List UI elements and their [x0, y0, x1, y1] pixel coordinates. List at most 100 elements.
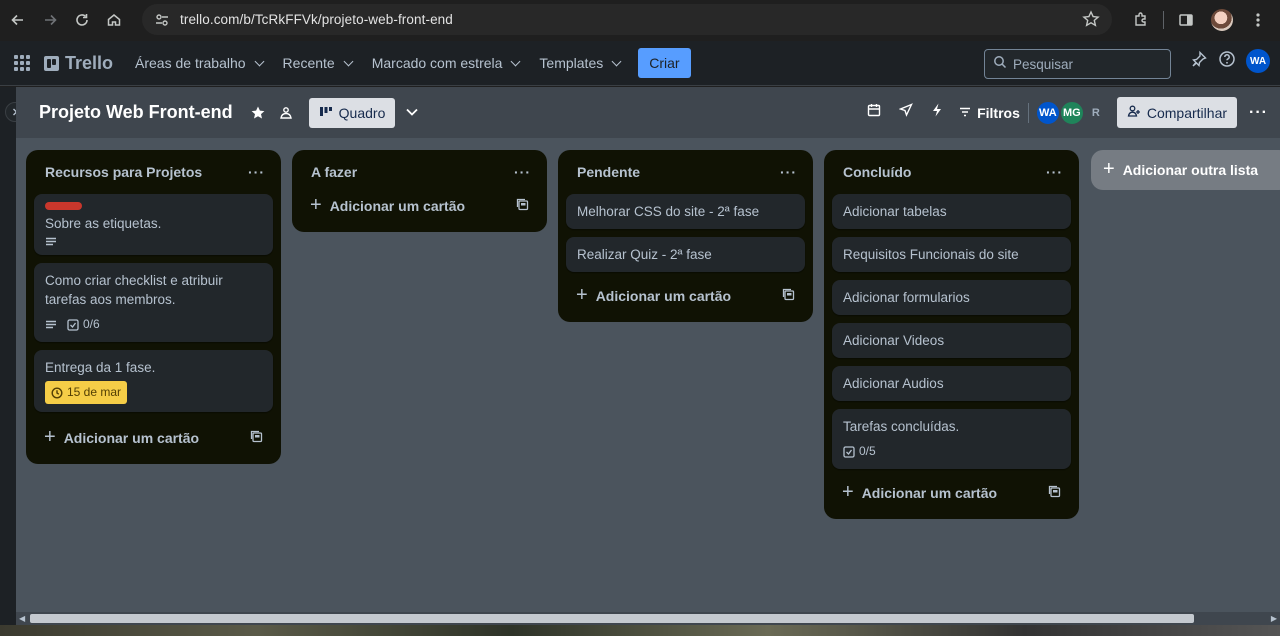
- list-menu-icon[interactable]: ···: [780, 164, 797, 180]
- card[interactable]: Adicionar Videos: [832, 323, 1071, 358]
- horizontal-scrollbar[interactable]: ◀ ▶: [16, 612, 1280, 625]
- trello-logo[interactable]: Trello: [44, 53, 113, 74]
- chevron-down-icon[interactable]: [405, 104, 419, 122]
- automation-icon[interactable]: [931, 103, 943, 122]
- list-title[interactable]: Recursos para Projetos: [45, 164, 202, 180]
- forward-icon[interactable]: [34, 4, 66, 36]
- scroll-right-icon[interactable]: ▶: [1271, 614, 1277, 623]
- description-icon: [45, 237, 57, 247]
- plus-icon: +: [576, 284, 588, 306]
- back-icon[interactable]: [2, 4, 34, 36]
- template-icon[interactable]: [250, 430, 263, 446]
- template-icon[interactable]: [516, 198, 529, 214]
- browser-actions: [1125, 4, 1274, 36]
- board-actions: Filtros WA MG R Compartilhar ···: [867, 97, 1268, 128]
- list-header: Recursos para Projetos ···: [34, 158, 273, 186]
- desktop-strip: [0, 625, 1280, 636]
- menu-templates[interactable]: Templates: [529, 47, 630, 79]
- list-menu-icon[interactable]: ···: [514, 164, 531, 180]
- bookmark-star-icon[interactable]: [1082, 10, 1100, 33]
- board-view-button[interactable]: Quadro: [308, 97, 396, 128]
- board-title[interactable]: Projeto Web Front-end: [39, 102, 233, 123]
- separator: [1027, 102, 1029, 123]
- url-text[interactable]: trello.com/b/TcRkFFVk/projeto-web-front-…: [180, 12, 453, 27]
- star-icon[interactable]: [245, 100, 271, 126]
- card[interactable]: Requisitos Funcionais do site: [832, 237, 1071, 272]
- site-settings-icon[interactable]: [152, 10, 172, 30]
- add-card-button[interactable]: + Adicionar um cartão: [566, 278, 805, 314]
- card-label-red[interactable]: [45, 202, 82, 210]
- notifications-icon[interactable]: [1190, 50, 1208, 73]
- card-title: Realizar Quiz - 2ª fase: [577, 247, 712, 262]
- separator: [1163, 11, 1164, 29]
- menu-recent[interactable]: Recente: [273, 47, 362, 79]
- side-panel-icon[interactable]: [1170, 4, 1202, 36]
- add-card-button[interactable]: + Adicionar um cartão: [832, 475, 1071, 511]
- add-card-button[interactable]: + Adicionar um cartão: [34, 420, 273, 456]
- add-list-button[interactable]: + Adicionar outra lista: [1091, 150, 1280, 190]
- add-list-label: Adicionar outra lista: [1122, 162, 1259, 178]
- search-box[interactable]: [984, 49, 1171, 79]
- card-title: Requisitos Funcionais do site: [843, 247, 1019, 262]
- card[interactable]: Melhorar CSS do site - 2ª fase: [566, 194, 805, 229]
- calendar-icon[interactable]: [867, 103, 881, 122]
- member-initials: MG: [1063, 106, 1081, 119]
- list-header: A fazer ···: [300, 158, 539, 186]
- checklist-count: 0/6: [83, 317, 100, 331]
- profile-avatar[interactable]: [1206, 4, 1238, 36]
- user-avatar[interactable]: WA: [1246, 49, 1270, 73]
- extensions-icon[interactable]: [1125, 4, 1157, 36]
- member-avatar[interactable]: MG: [1058, 99, 1085, 126]
- add-card-button[interactable]: + Adicionar um cartão: [300, 188, 539, 224]
- scrollbar-thumb[interactable]: [30, 614, 1194, 623]
- app-switcher-icon[interactable]: [14, 55, 30, 71]
- template-icon[interactable]: [782, 288, 795, 304]
- list-a-fazer: A fazer ··· + Adicionar um cartão: [292, 150, 547, 232]
- list-menu-icon[interactable]: ···: [248, 164, 265, 180]
- board-menu-icon[interactable]: ···: [1249, 104, 1268, 122]
- card-title: Adicionar tabelas: [843, 204, 947, 219]
- workspace-visible-icon[interactable]: [273, 100, 299, 126]
- template-icon[interactable]: [1048, 485, 1061, 501]
- list-title[interactable]: Pendente: [577, 164, 640, 180]
- reload-icon[interactable]: [66, 4, 98, 36]
- card-badges: 0/6: [45, 315, 262, 334]
- nav-buttons: [2, 4, 130, 36]
- address-bar[interactable]: trello.com/b/TcRkFFVk/projeto-web-front-…: [142, 4, 1112, 35]
- logo-text: Trello: [65, 52, 114, 73]
- member-avatar[interactable]: WA: [1034, 99, 1061, 126]
- member-avatar[interactable]: R: [1083, 100, 1109, 126]
- share-button[interactable]: Compartilhar: [1116, 97, 1238, 128]
- card[interactable]: Entrega da 1 fase. 15 de mar: [34, 350, 273, 412]
- list-menu-icon[interactable]: ···: [1046, 164, 1063, 180]
- card[interactable]: Adicionar formularios: [832, 280, 1071, 315]
- due-date-badge[interactable]: 15 de mar: [45, 381, 128, 404]
- home-icon[interactable]: [98, 4, 130, 36]
- card[interactable]: Adicionar Audios: [832, 366, 1071, 401]
- help-icon[interactable]: [1218, 50, 1236, 73]
- card[interactable]: Adicionar tabelas: [832, 194, 1071, 229]
- share-label: Compartilhar: [1146, 104, 1228, 121]
- card[interactable]: Sobre as etiquetas.: [34, 194, 273, 255]
- search-input[interactable]: [1013, 56, 1153, 72]
- plus-icon: +: [310, 194, 322, 216]
- browser-toolbar: trello.com/b/TcRkFFVk/projeto-web-front-…: [0, 0, 1280, 40]
- chevron-down-icon: [510, 56, 521, 66]
- scroll-left-icon[interactable]: ◀: [19, 614, 25, 623]
- list-title[interactable]: A fazer: [311, 164, 357, 180]
- menu-starred[interactable]: Marcado com estrela: [362, 47, 530, 79]
- card[interactable]: Tarefas concluídas. 0/5: [832, 409, 1071, 469]
- filters-button[interactable]: Filtros: [959, 104, 1020, 122]
- create-button[interactable]: Criar: [638, 48, 691, 78]
- card[interactable]: Realizar Quiz - 2ª fase: [566, 237, 805, 272]
- list-title[interactable]: Concluído: [843, 164, 911, 180]
- description-icon: [45, 320, 57, 330]
- menu-label: Marcado com estrela: [371, 55, 503, 71]
- card-title: Sobre as etiquetas.: [45, 216, 162, 231]
- card[interactable]: Como criar checklist e atribuir tarefas …: [34, 263, 273, 342]
- menu-workspaces[interactable]: Áreas de trabalho: [125, 47, 273, 79]
- card-title: Adicionar Videos: [843, 333, 945, 348]
- chevron-down-icon: [611, 56, 622, 66]
- power-ups-icon[interactable]: [898, 103, 914, 122]
- chrome-menu-icon[interactable]: [1242, 4, 1274, 36]
